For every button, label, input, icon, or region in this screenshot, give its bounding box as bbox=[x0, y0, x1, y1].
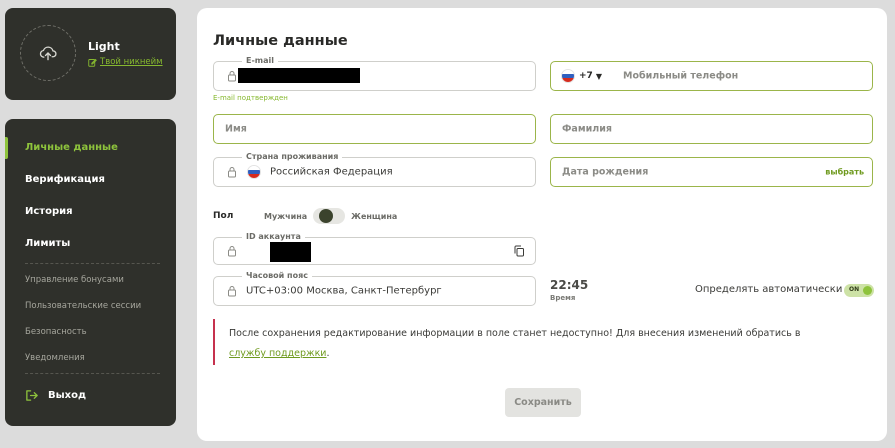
lock-icon bbox=[228, 71, 236, 82]
timezone-label: Часовой пояс bbox=[242, 271, 312, 280]
current-time-label: Время bbox=[550, 294, 576, 302]
switch-state: ON bbox=[849, 286, 860, 293]
gender-selector: Пол Мужчина Женщина bbox=[213, 208, 397, 224]
gender-toggle-knob bbox=[319, 209, 334, 223]
copy-icon[interactable] bbox=[514, 245, 524, 257]
country-value: Российская Федерация bbox=[270, 166, 393, 178]
logout-button[interactable]: Выход bbox=[25, 389, 86, 402]
auto-detect-label: Определять автоматически bbox=[695, 284, 843, 295]
sidebar-nav: Личные данные Верификация История Лимиты… bbox=[5, 119, 176, 426]
active-indicator bbox=[5, 137, 8, 159]
profile-card: Light Твой никнейм bbox=[5, 8, 176, 100]
country-code-select[interactable]: +7 ▼ bbox=[579, 71, 602, 81]
email-verified-hint: E-mail подтвержден bbox=[213, 94, 288, 102]
gender-toggle[interactable] bbox=[313, 208, 346, 224]
last-name-field[interactable]: Фамилия bbox=[550, 114, 873, 144]
birth-date-placeholder: Дата рождения bbox=[562, 166, 649, 178]
notice-suffix: . bbox=[326, 348, 330, 359]
country-field[interactable]: Страна проживания Российская Федерация bbox=[213, 152, 536, 187]
gender-female-option[interactable]: Женщина bbox=[351, 212, 397, 221]
current-time: 22:45 bbox=[550, 278, 589, 292]
country-code: +7 bbox=[579, 71, 593, 81]
birth-date-field[interactable]: Дата рождения выбрать bbox=[550, 157, 873, 187]
profile-name: Light bbox=[88, 40, 120, 53]
russia-flag-icon bbox=[561, 69, 575, 83]
account-id-label: ID аккаунта bbox=[242, 232, 305, 241]
logout-icon bbox=[26, 390, 38, 401]
first-name-field[interactable]: Имя bbox=[213, 114, 536, 144]
nickname-link-label: Твой никнейм bbox=[100, 57, 163, 67]
edit-icon bbox=[88, 58, 97, 67]
phone-placeholder: Мобильный телефон bbox=[623, 70, 739, 82]
country-label: Страна проживания bbox=[242, 152, 343, 161]
nav-divider bbox=[25, 263, 160, 264]
first-name-placeholder: Имя bbox=[225, 123, 247, 135]
logout-label: Выход bbox=[48, 390, 87, 401]
choose-date-button[interactable]: выбрать bbox=[825, 168, 864, 177]
sidebar-item-verification[interactable]: Верификация bbox=[25, 174, 105, 185]
sidebar-item-history[interactable]: История bbox=[25, 206, 73, 217]
account-id-value-redacted bbox=[270, 242, 311, 262]
cloud-upload-icon bbox=[39, 46, 57, 61]
last-name-placeholder: Фамилия bbox=[562, 123, 612, 135]
notice-text: После сохранения редактирование информац… bbox=[229, 328, 801, 339]
account-id-field: ID аккаунта bbox=[213, 232, 536, 265]
avatar-upload[interactable] bbox=[20, 25, 76, 81]
nav-divider bbox=[25, 373, 160, 374]
lock-icon bbox=[228, 167, 236, 178]
sidebar-item-notifications[interactable]: Уведомления bbox=[25, 353, 85, 363]
lock-icon bbox=[228, 246, 236, 257]
sidebar-item-security[interactable]: Безопасность bbox=[25, 327, 87, 337]
switch-knob bbox=[863, 286, 872, 295]
personal-data-panel: Личные данные E-mail E-mail подтвержден … bbox=[197, 8, 887, 441]
gender-label: Пол bbox=[213, 211, 234, 221]
email-field[interactable]: E-mail bbox=[213, 56, 536, 91]
save-button[interactable]: Сохранить bbox=[505, 388, 581, 417]
page-title: Личные данные bbox=[213, 33, 348, 49]
support-link[interactable]: службу поддержки bbox=[229, 348, 326, 359]
edit-warning-notice: После сохранения редактирование информац… bbox=[213, 319, 873, 365]
sidebar-item-bonus-management[interactable]: Управление бонусами bbox=[25, 275, 124, 285]
email-label: E-mail bbox=[242, 56, 279, 65]
nickname-link[interactable]: Твой никнейм bbox=[88, 57, 163, 67]
lock-icon bbox=[228, 286, 236, 297]
russia-flag-icon bbox=[247, 165, 261, 179]
sidebar-item-personal-data[interactable]: Личные данные bbox=[25, 142, 118, 153]
chevron-down-icon: ▼ bbox=[595, 71, 602, 81]
gender-male-option[interactable]: Мужчина bbox=[264, 212, 307, 221]
sidebar-item-user-sessions[interactable]: Пользовательские сессии bbox=[25, 301, 141, 311]
auto-detect-switch[interactable]: ON bbox=[844, 284, 874, 297]
email-value-redacted bbox=[238, 68, 360, 83]
timezone-field: Часовой пояс UTC+03:00 Москва, Санкт-Пет… bbox=[213, 271, 536, 306]
sidebar-item-limits[interactable]: Лимиты bbox=[25, 238, 70, 249]
timezone-value: UTC+03:00 Москва, Санкт-Петербург bbox=[246, 285, 442, 297]
phone-field[interactable]: +7 ▼ Мобильный телефон bbox=[550, 61, 873, 91]
